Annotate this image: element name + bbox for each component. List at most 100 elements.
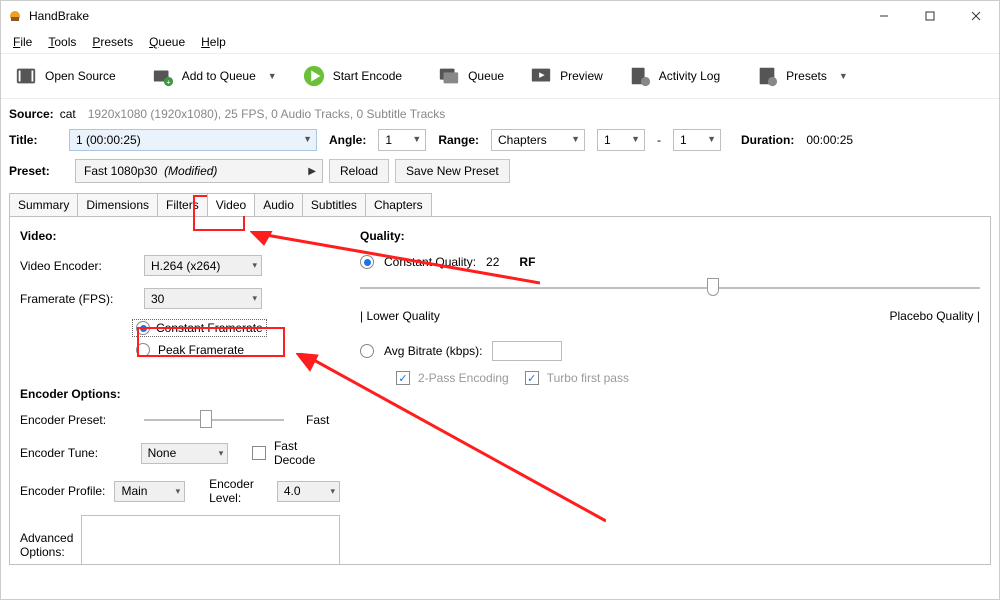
encoder-profile-label: Encoder Profile: [20, 484, 106, 498]
framerate-select[interactable]: 30 ▾ [144, 288, 262, 309]
range-to-value: 1 [680, 133, 687, 147]
start-encode-button[interactable]: Start Encode [293, 59, 412, 93]
preset-select[interactable]: Fast 1080p30 (Modified) ▶ [75, 159, 323, 183]
tab-chapters[interactable]: Chapters [365, 193, 432, 216]
save-new-preset-button[interactable]: Save New Preset [395, 159, 510, 183]
range-type-value: Chapters [498, 133, 547, 147]
range-from-value: 1 [604, 133, 611, 147]
svg-text:+: + [166, 77, 170, 86]
tab-filters[interactable]: Filters [157, 193, 208, 216]
tab-video[interactable]: Video [207, 193, 255, 216]
placebo-quality-label: Placebo Quality | [890, 309, 981, 323]
title-select-value: 1 (00:00:25) [76, 133, 141, 147]
activity-log-button[interactable]: Activity Log [619, 59, 730, 93]
encoder-level-label: Encoder Level: [209, 477, 269, 505]
angle-select[interactable]: 1 ▼ [378, 129, 426, 151]
activity-log-label: Activity Log [659, 69, 720, 83]
video-encoder-label: Video Encoder: [20, 259, 136, 273]
encoder-profile-select[interactable]: Main ▾ [114, 481, 185, 502]
peak-framerate-label: Peak Framerate [158, 343, 244, 357]
open-source-button[interactable]: Open Source [5, 59, 126, 93]
tab-subtitles[interactable]: Subtitles [302, 193, 366, 216]
add-to-queue-button[interactable]: + Add to Queue ▼ [142, 59, 287, 93]
menu-file[interactable]: File [5, 33, 40, 51]
tab-audio[interactable]: Audio [254, 193, 303, 216]
maximize-button[interactable] [907, 1, 953, 31]
tabstrip: Summary Dimensions Filters Video Audio S… [9, 193, 991, 217]
constant-framerate-radio[interactable] [136, 321, 150, 335]
tab-dimensions[interactable]: Dimensions [77, 193, 158, 216]
preview-icon [530, 65, 552, 87]
lower-quality-label: | Lower Quality [360, 309, 440, 323]
queue-button[interactable]: Queue [428, 59, 514, 93]
chevron-down-icon: ▾ [176, 486, 181, 497]
preset-name: Fast 1080p30 [84, 164, 157, 178]
video-panel: Video: Video Encoder: H.264 (x264) ▾ Fra… [9, 217, 991, 565]
play-icon [303, 65, 325, 87]
duration-label: Duration: [741, 133, 794, 147]
range-from-select[interactable]: 1 ▼ [597, 129, 645, 151]
range-sep: - [657, 133, 661, 147]
framerate-label: Framerate (FPS): [20, 292, 136, 306]
chevron-down-icon: ▾ [252, 293, 257, 304]
chevron-down-icon[interactable]: ▼ [268, 71, 277, 81]
peak-framerate-radio[interactable] [136, 343, 150, 357]
chevron-down-icon: ▼ [707, 134, 716, 144]
menubar: File Tools Presets Queue Help [1, 31, 999, 53]
source-label: Source: [9, 107, 54, 121]
add-to-queue-label: Add to Queue [182, 69, 256, 83]
presets-label: Presets [786, 69, 827, 83]
preview-button[interactable]: Preview [520, 59, 613, 93]
title-select[interactable]: 1 (00:00:25) ▼ [69, 129, 317, 151]
title-label: Title: [9, 133, 57, 147]
source-info: 1920x1080 (1920x1080), 25 FPS, 0 Audio T… [88, 107, 446, 121]
start-encode-label: Start Encode [333, 69, 402, 83]
triangle-right-icon: ▶ [308, 166, 316, 177]
titlebar: HandBrake [1, 1, 999, 31]
menu-queue[interactable]: Queue [141, 33, 193, 51]
encoder-tune-label: Encoder Tune: [20, 446, 133, 460]
preview-label: Preview [560, 69, 603, 83]
range-to-select[interactable]: 1 ▼ [673, 129, 721, 151]
app-icon [7, 8, 23, 24]
encoder-options-heading: Encoder Options: [20, 387, 340, 401]
encoder-preset-slider[interactable] [144, 411, 284, 429]
chevron-down-icon: ▼ [631, 134, 640, 144]
film-icon [15, 65, 37, 87]
close-button[interactable] [953, 1, 999, 31]
queue-icon [438, 65, 460, 87]
chevron-down-icon[interactable]: ▼ [839, 71, 848, 81]
annotation-arrow-2 [296, 353, 606, 523]
add-queue-icon: + [152, 65, 174, 87]
open-source-label: Open Source [45, 69, 116, 83]
angle-label: Angle: [329, 133, 366, 147]
source-name: cat [60, 107, 76, 121]
reload-button[interactable]: Reload [329, 159, 389, 183]
menu-presets[interactable]: Presets [84, 33, 141, 51]
video-encoder-select[interactable]: H.264 (x264) ▾ [144, 255, 262, 276]
advanced-options-label: Advanced Options: [20, 531, 73, 559]
angle-value: 1 [385, 133, 392, 147]
range-type-select[interactable]: Chapters ▼ [491, 129, 585, 151]
annotation-arrow-1 [250, 231, 540, 291]
menu-tools[interactable]: Tools [40, 33, 84, 51]
tab-summary[interactable]: Summary [9, 193, 78, 216]
presets-button[interactable]: Presets ▼ [746, 59, 858, 93]
fast-decode-checkbox[interactable] [252, 446, 266, 460]
title-row: Title: 1 (00:00:25) ▼ Angle: 1 ▼ Range: … [9, 129, 991, 151]
source-row: Source: cat 1920x1080 (1920x1080), 25 FP… [9, 107, 991, 121]
chevron-down-icon: ▼ [303, 134, 312, 144]
toolbar: Open Source + Add to Queue ▼ Start Encod… [1, 53, 999, 99]
encoder-preset-label: Encoder Preset: [20, 413, 136, 427]
encoder-tune-value: None [148, 446, 177, 460]
encoder-tune-select[interactable]: None ▾ [141, 443, 229, 464]
queue-label: Queue [468, 69, 504, 83]
duration-value: 00:00:25 [806, 133, 853, 147]
constant-framerate-label: Constant Framerate [156, 321, 263, 335]
range-label: Range: [438, 133, 479, 147]
app-title: HandBrake [29, 9, 89, 23]
chevron-down-icon: ▾ [219, 448, 224, 459]
preset-row: Preset: Fast 1080p30 (Modified) ▶ Reload… [9, 159, 991, 183]
minimize-button[interactable] [861, 1, 907, 31]
menu-help[interactable]: Help [193, 33, 234, 51]
